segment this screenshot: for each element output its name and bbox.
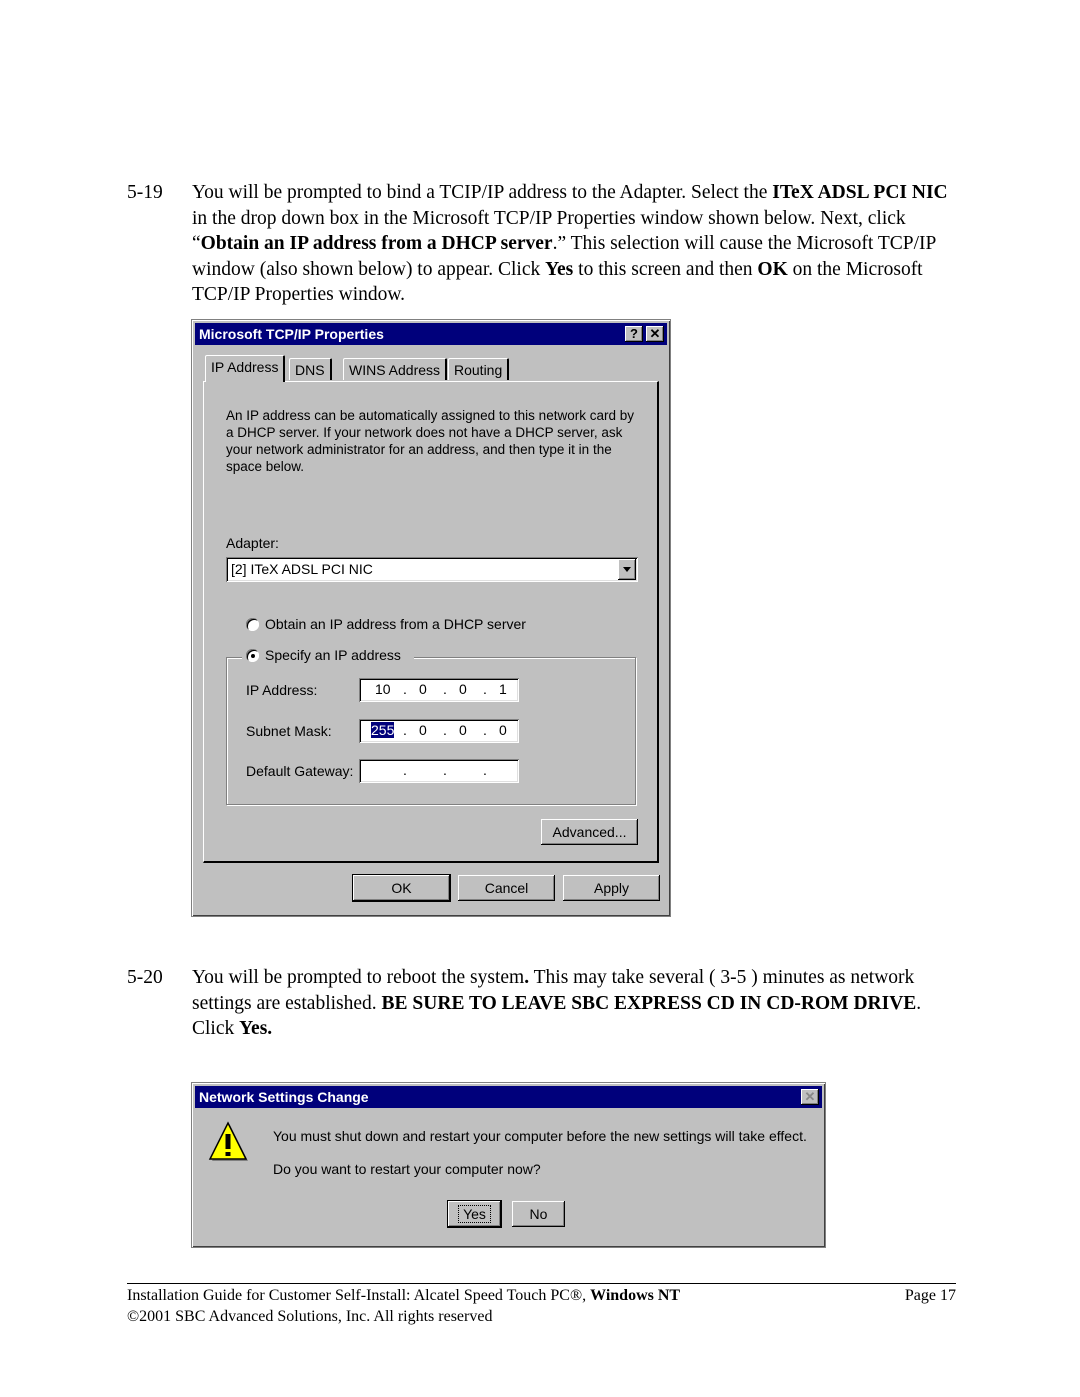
title-bar: Microsoft TCP/IP Properties ? ✕ xyxy=(195,323,667,345)
octet: 0 xyxy=(419,681,427,697)
tab-label: WINS Address xyxy=(349,362,441,378)
footer-copyright: ©2001 SBC Advanced Solutions, Inc. All r… xyxy=(127,1308,493,1325)
ip-address-input[interactable]: 10. 0. 0. 1 xyxy=(359,678,519,702)
octet: 0 xyxy=(499,722,507,738)
message-line-1: You must shut down and restart your comp… xyxy=(273,1128,807,1144)
label-text: Adapter: xyxy=(226,535,279,551)
radio-specify-label[interactable]: Specify an IP address xyxy=(265,647,401,663)
octet-selected: 255 xyxy=(371,722,395,738)
tab-dns[interactable]: DNS xyxy=(289,358,332,380)
help-button[interactable]: ? xyxy=(625,326,643,342)
guide-title: Installation Guide for Customer Self-Ins… xyxy=(127,1287,591,1304)
close-icon: ✕ xyxy=(804,1089,816,1104)
step-number: 5-19 xyxy=(127,182,163,203)
subnet-mask-label: Subnet Mask: xyxy=(246,723,332,739)
step-number: 5-20 xyxy=(127,967,163,988)
bold-text: Yes xyxy=(545,258,574,280)
octet: 10 xyxy=(375,681,391,697)
radio-dhcp-label[interactable]: Obtain an IP address from a DHCP server xyxy=(265,616,526,632)
octet: 1 xyxy=(499,681,507,697)
subnet-mask-input[interactable]: 255. 0. 0. 0 xyxy=(359,719,519,743)
button-label: Apply xyxy=(593,880,630,896)
apply-button[interactable]: Apply xyxy=(563,875,660,901)
ip-address-label: IP Address: xyxy=(246,682,318,698)
default-gateway-input[interactable]: ... xyxy=(359,759,519,783)
chevron-down-icon[interactable] xyxy=(618,559,636,580)
bold-text: OK xyxy=(757,258,788,280)
button-label: No xyxy=(529,1206,548,1222)
tab-routing[interactable]: Routing xyxy=(448,358,510,380)
step-5-19: 5-19 You will be prompted to bind a TCIP… xyxy=(127,180,957,308)
advanced-button[interactable]: Advanced... xyxy=(541,819,638,845)
no-button[interactable]: No xyxy=(512,1201,565,1227)
adapter-dropdown[interactable]: [2] ITeX ADSL PCI NIC xyxy=(226,557,638,582)
close-button[interactable]: ✕ xyxy=(646,326,664,342)
octet: 0 xyxy=(459,681,467,697)
bold-text: Obtain an IP address from a DHCP server xyxy=(200,233,553,254)
octet: 0 xyxy=(419,722,427,738)
close-icon: ✕ xyxy=(649,326,661,341)
dialog-title: Microsoft TCP/IP Properties xyxy=(199,326,384,342)
radio-specify[interactable] xyxy=(246,649,259,662)
button-label: OK xyxy=(391,880,412,896)
bold-text: Yes. xyxy=(239,1018,273,1039)
close-button[interactable]: ✕ xyxy=(801,1089,819,1105)
tab-label: Routing xyxy=(454,362,503,378)
tab-ip-address[interactable]: IP Address xyxy=(205,355,286,382)
step-text: You will be prompted to reboot the syste… xyxy=(192,965,957,1042)
radio-dot xyxy=(251,654,255,658)
default-gateway-label: Default Gateway: xyxy=(246,763,354,779)
adapter-value: [2] ITeX ADSL PCI NIC xyxy=(231,561,373,577)
cancel-button[interactable]: Cancel xyxy=(458,875,555,901)
network-settings-dialog: Network Settings Change ✕ You must shut … xyxy=(191,1082,826,1248)
button-label: Advanced... xyxy=(552,824,627,840)
adapter-label: Adapter: xyxy=(226,535,279,551)
ok-button[interactable]: OK xyxy=(352,874,451,902)
step-5-20: 5-20 You will be prompted to reboot the … xyxy=(127,965,957,1042)
footer-line-1: Installation Guide for Customer Self-Ins… xyxy=(127,1287,956,1305)
dialog-title: Network Settings Change xyxy=(199,1089,369,1105)
text: to this screen and then xyxy=(573,258,758,280)
guide-os: Windows NT xyxy=(590,1287,681,1304)
text: You will be prompted to reboot the syste… xyxy=(192,967,525,988)
step-text: You will be prompted to bind a TCIP/IP a… xyxy=(192,180,957,308)
bold-text: ITeX ADSL PCI NIC xyxy=(772,182,948,203)
message-line-2: Do you want to restart your computer now… xyxy=(273,1161,541,1177)
footer-divider xyxy=(127,1283,956,1284)
button-label: Yes xyxy=(458,1205,491,1223)
description-text: An IP address can be automatically assig… xyxy=(226,408,634,474)
tab-wins-address[interactable]: WINS Address xyxy=(343,358,448,380)
warning-icon xyxy=(208,1121,248,1161)
help-icon: ? xyxy=(630,326,638,341)
page-number: Page 17 xyxy=(904,1287,956,1304)
bold-text: BE SURE TO LEAVE SBC EXPRESS CD IN CD-RO… xyxy=(381,992,917,1014)
radio-dhcp[interactable] xyxy=(246,618,259,631)
text: You will be prompted to bind a TCIP/IP a… xyxy=(192,182,773,203)
yes-button[interactable]: Yes xyxy=(447,1200,502,1228)
button-label: Cancel xyxy=(484,880,529,896)
tab-panel-ip-address: An IP address can be automatically assig… xyxy=(203,381,659,863)
title-bar: Network Settings Change ✕ xyxy=(195,1086,822,1108)
tcpip-properties-dialog: Microsoft TCP/IP Properties ? ✕ IP Addre… xyxy=(191,319,671,917)
tab-label: IP Address xyxy=(211,359,279,375)
tab-label: DNS xyxy=(295,362,325,378)
octet: 0 xyxy=(459,722,467,738)
